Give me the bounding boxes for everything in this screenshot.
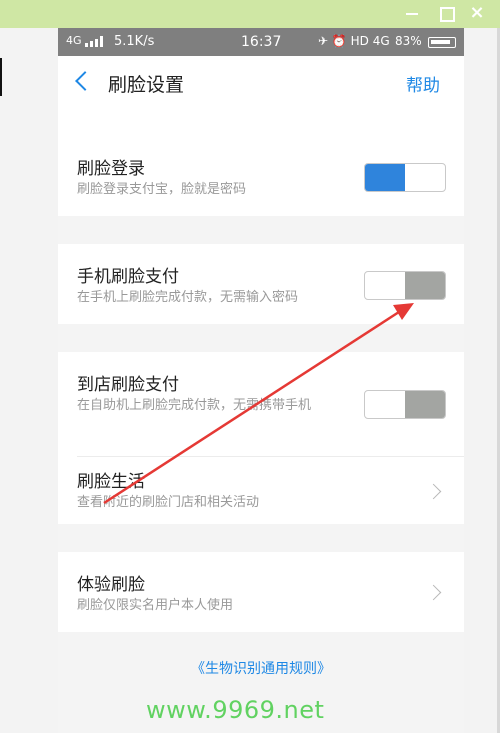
setting-subtitle: 在手机上刷脸完成付款，无需输入密码 bbox=[77, 290, 299, 305]
battery-percent: 83% bbox=[395, 34, 422, 48]
window-left-margin bbox=[0, 28, 58, 733]
chevron-right-icon bbox=[425, 584, 442, 601]
window-title-bar: × bbox=[0, 0, 500, 28]
window-edge-mark bbox=[0, 58, 2, 96]
setting-subtitle: 刷脸登录支付宝，脸就是密码 bbox=[77, 182, 247, 197]
setting-title: 刷脸登录 bbox=[77, 159, 145, 179]
setting-row-phone-face-pay: 手机刷脸支付 在手机上刷脸完成付款，无需输入密码 bbox=[58, 244, 464, 324]
status-icons: ✈ ⏰ HD 4G bbox=[318, 34, 390, 48]
setting-row-face-life[interactable]: 刷脸生活 查看附近的刷脸门店和相关活动 bbox=[58, 457, 464, 524]
status-bar: 4G 5.1K/s 16:37 ✈ ⏰ HD 4G 83% bbox=[58, 28, 464, 56]
section-phone-face-pay: 手机刷脸支付 在手机上刷脸完成付款，无需输入密码 bbox=[58, 244, 464, 324]
watermark: www.9969.net bbox=[146, 696, 325, 724]
section-face-login: 刷脸登录 刷脸登录支付宝，脸就是密码 bbox=[58, 136, 464, 216]
store-face-pay-toggle[interactable] bbox=[364, 390, 446, 419]
nav-bar: 刷脸设置 帮助 bbox=[58, 56, 464, 136]
biometric-rules-link[interactable]: 《生物识别通用规则》 bbox=[58, 658, 464, 678]
close-icon[interactable]: × bbox=[468, 4, 486, 22]
phone-screen: 4G 5.1K/s 16:37 ✈ ⏰ HD 4G 83% 刷脸设置 帮助 刷脸… bbox=[58, 28, 464, 733]
network-type: 4G bbox=[66, 34, 82, 47]
section-try-face: 体验刷脸 刷脸仅限实名用户本人使用 bbox=[58, 552, 464, 632]
battery-icon bbox=[428, 37, 456, 48]
clock: 16:37 bbox=[241, 34, 282, 50]
page-title: 刷脸设置 bbox=[108, 74, 185, 96]
help-button[interactable]: 帮助 bbox=[406, 71, 440, 96]
setting-title: 手机刷脸支付 bbox=[77, 267, 179, 287]
maximize-icon[interactable] bbox=[437, 4, 455, 22]
setting-subtitle: 刷脸仅限实名用户本人使用 bbox=[77, 598, 234, 613]
setting-subtitle: 在自助机上刷脸完成付款，无需携带手机 bbox=[77, 398, 312, 413]
chevron-left-icon[interactable] bbox=[75, 71, 95, 91]
setting-row-face-login: 刷脸登录 刷脸登录支付宝，脸就是密码 bbox=[58, 136, 464, 216]
setting-title: 刷脸生活 bbox=[77, 472, 145, 492]
window-right-margin bbox=[464, 28, 500, 733]
setting-title: 体验刷脸 bbox=[77, 575, 145, 595]
chevron-right-icon bbox=[425, 483, 442, 500]
setting-title: 到店刷脸支付 bbox=[77, 375, 179, 395]
signal-icon bbox=[85, 36, 105, 47]
face-login-toggle[interactable] bbox=[364, 163, 446, 192]
minimize-icon[interactable] bbox=[403, 4, 421, 22]
setting-subtitle: 查看附近的刷脸门店和相关活动 bbox=[77, 495, 260, 510]
section-store: 到店刷脸支付 在自助机上刷脸完成付款，无需携带手机 刷脸生活 查看附近的刷脸门店… bbox=[58, 352, 464, 524]
setting-row-store-face-pay: 到店刷脸支付 在自助机上刷脸完成付款，无需携带手机 bbox=[58, 352, 464, 456]
phone-face-pay-toggle[interactable] bbox=[364, 271, 446, 300]
setting-row-try-face[interactable]: 体验刷脸 刷脸仅限实名用户本人使用 bbox=[58, 552, 464, 632]
network-speed: 5.1K/s bbox=[114, 34, 155, 49]
